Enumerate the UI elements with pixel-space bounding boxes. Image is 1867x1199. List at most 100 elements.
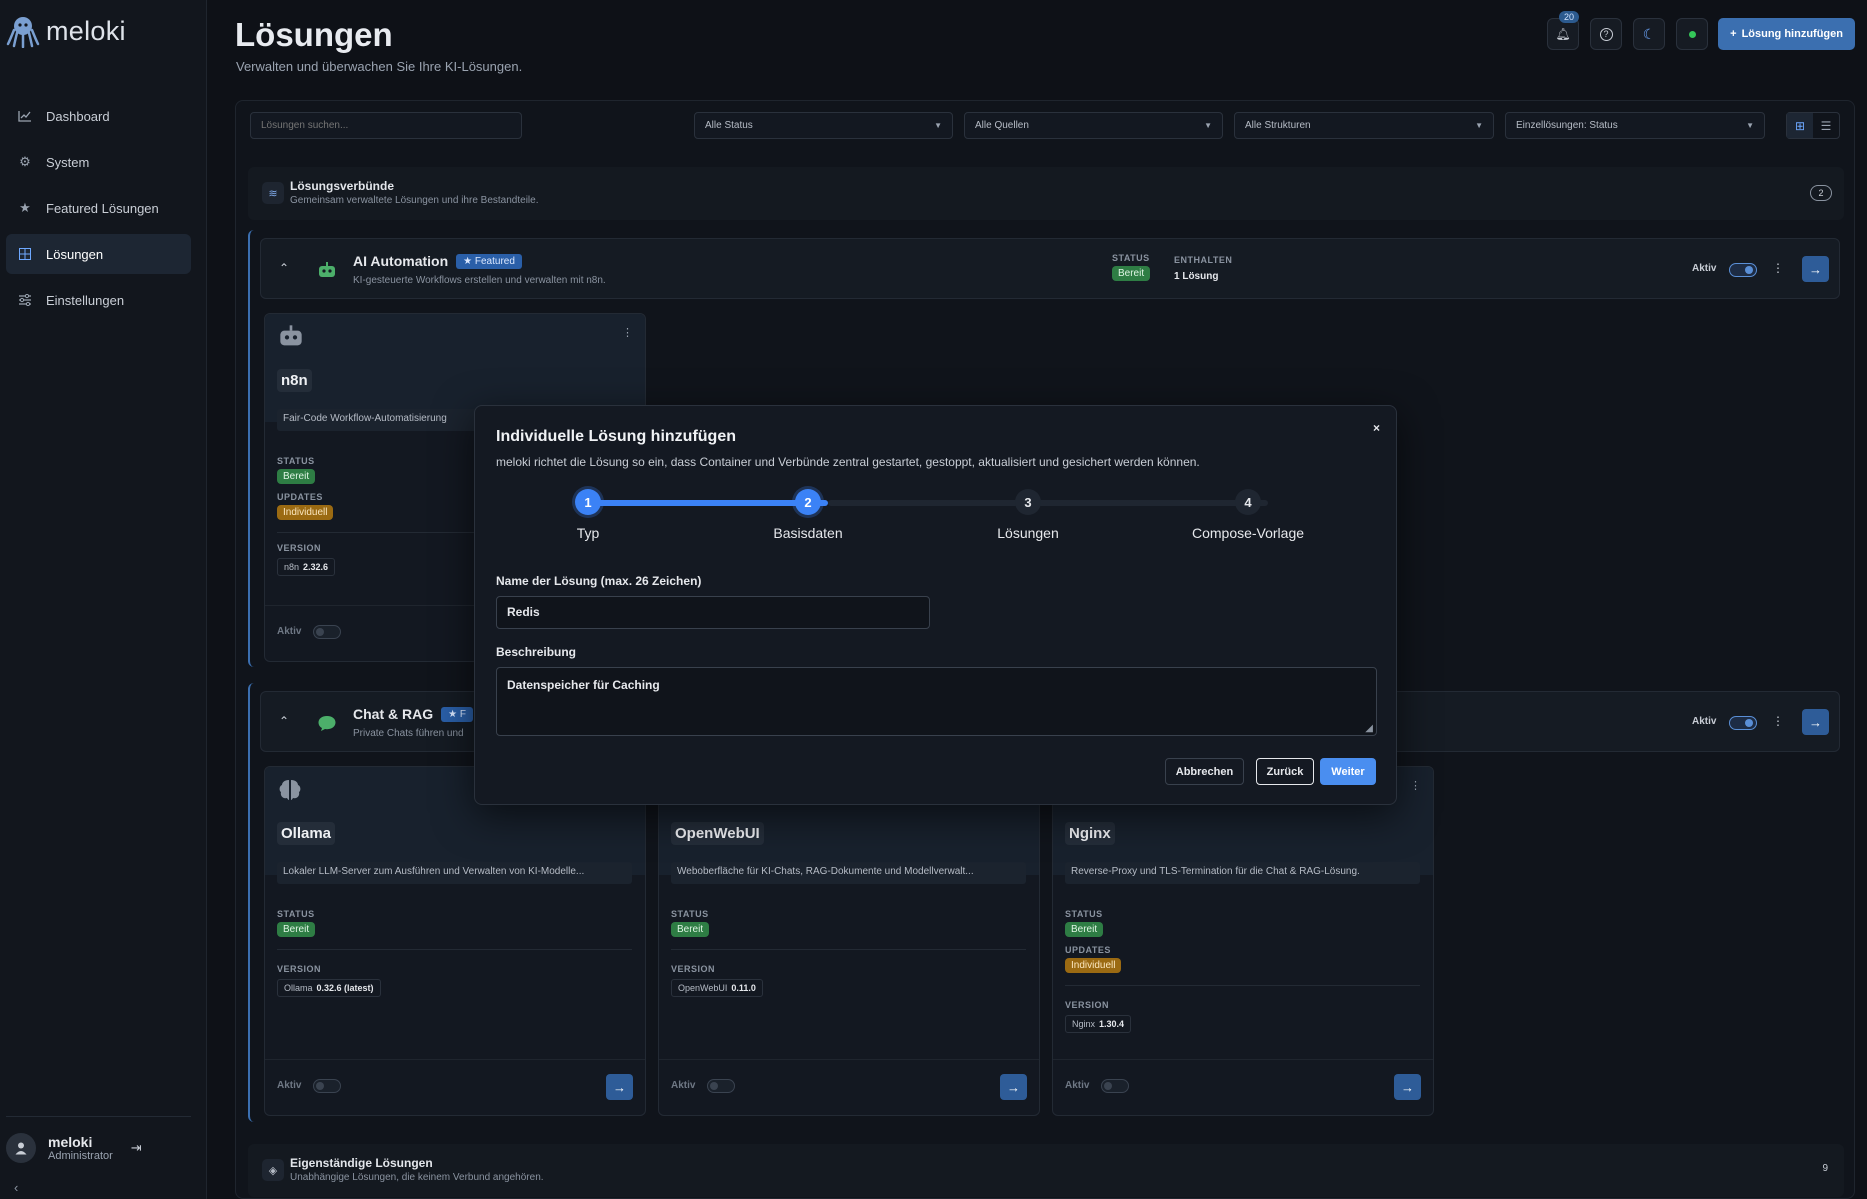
divider	[277, 949, 632, 950]
grid-view-icon[interactable]: ⊞	[1787, 113, 1813, 138]
caret-down-icon: ▼	[1746, 121, 1754, 130]
chevron-up-icon[interactable]: ⌃	[279, 261, 289, 275]
featured-badge: ★ F	[441, 706, 473, 722]
section-title: Eigenständige Lösungen	[290, 1156, 433, 1170]
caret-down-icon: ▼	[934, 121, 942, 130]
open-solution-button[interactable]: →	[1000, 1074, 1027, 1100]
version-chip: Ollama 0.32.6 (latest)	[277, 979, 381, 997]
description-field-label: Beschreibung	[496, 645, 577, 659]
kebab-menu-icon[interactable]: ⋮	[1410, 779, 1421, 792]
sidebar-item-label: Dashboard	[46, 108, 110, 124]
dialog-subtitle: meloki richtet die Lösung so ein, dass C…	[496, 455, 1200, 469]
view-toggle: ⊞ ☰	[1786, 112, 1840, 139]
version-value: 0.11.0	[731, 983, 756, 993]
caret-down-icon: ▼	[1204, 121, 1212, 130]
select-value: Alle Quellen	[975, 120, 1029, 131]
status-badge: Bereit	[1112, 266, 1151, 281]
sidebar-divider	[6, 1116, 191, 1117]
resize-handle-icon[interactable]: ◢	[1365, 723, 1373, 734]
version-name: Nginx	[1072, 1019, 1096, 1029]
page-title: Lösungen	[235, 16, 393, 53]
kebab-menu-icon[interactable]: ⋮	[622, 326, 633, 339]
sidebar-item-featured[interactable]: ★ Featured Lösungen	[6, 188, 191, 228]
divider	[671, 949, 1026, 950]
add-solution-button[interactable]: + Lösung hinzufügen	[1718, 18, 1855, 50]
group-active-toggle[interactable]	[1729, 716, 1757, 730]
group-active-toggle[interactable]	[1729, 263, 1757, 277]
cancel-button[interactable]: Abbrechen	[1165, 758, 1244, 785]
standalone-section-header: ◈ Eigenständige Lösungen Unabhängige Lös…	[248, 1144, 1844, 1197]
group-header: ⌃ AI Automation ★ Featured KI-gesteuerte …	[260, 238, 1840, 299]
sliders-icon	[18, 293, 32, 307]
select-value: Alle Strukturen	[1245, 120, 1311, 131]
version-name: n8n	[284, 562, 300, 572]
robot-icon	[319, 262, 335, 277]
version-value: 0.32.6 (latest)	[316, 983, 374, 993]
back-button[interactable]: Zurück	[1256, 758, 1314, 785]
chat-bubble-icon	[318, 716, 336, 731]
solution-card-openwebui[interactable]: OpenWebUI Weboberfläche für KI-Chats, RA…	[658, 766, 1040, 1116]
box-icon: ◈	[262, 1159, 284, 1181]
open-solution-button[interactable]: →	[606, 1074, 633, 1100]
collapse-sidebar-icon[interactable]: ‹	[14, 1180, 18, 1195]
theme-toggle-button[interactable]: ☾	[1633, 18, 1665, 50]
open-group-button[interactable]: →	[1802, 709, 1829, 735]
sidebar-item-settings[interactable]: Einstellungen	[6, 280, 191, 320]
sidebar-item-solutions[interactable]: Lösungen	[6, 234, 191, 274]
card-footer: Aktiv →	[659, 1059, 1039, 1115]
sidebar-item-dashboard[interactable]: Dashboard	[6, 96, 191, 136]
card-title: OpenWebUI	[671, 822, 764, 845]
step-1-label: Typ	[576, 525, 600, 541]
step-3-indicator[interactable]: 3	[1015, 489, 1041, 515]
step-1-indicator[interactable]: 1	[575, 489, 601, 515]
step-4-label: Compose-Vorlage	[1191, 525, 1305, 541]
open-solution-button[interactable]: →	[1394, 1074, 1421, 1100]
card-active-toggle[interactable]	[313, 625, 341, 639]
kebab-menu-icon[interactable]: ⋮	[1772, 714, 1784, 728]
step-2-indicator[interactable]: 2	[795, 489, 821, 515]
notifications-button[interactable]: 🔔︎ 20	[1547, 11, 1580, 50]
sidebar-item-system[interactable]: ⚙ System	[6, 142, 191, 182]
next-button[interactable]: Weiter	[1320, 758, 1376, 785]
card-title: Ollama	[277, 822, 336, 845]
arrow-right-icon: →	[1809, 714, 1822, 730]
section-description: Gemeinsam verwaltete Lösungen und ihre B…	[290, 195, 539, 206]
step-4-indicator[interactable]: 4	[1235, 489, 1261, 515]
robot-icon	[280, 325, 302, 346]
updates-badge: Individuell	[1065, 958, 1122, 973]
gear-icon: ⚙	[19, 154, 31, 169]
card-body: STATUS Bereit VERSION Ollama 0.32.6 (late…	[277, 909, 632, 997]
app-logo[interactable]: meloki	[6, 14, 126, 48]
solution-card-ollama[interactable]: ⋮ Ollama Lokaler LLM-Server zum Ausführe…	[264, 766, 646, 1116]
status-filter-select[interactable]: Alle Status ▼	[694, 112, 953, 139]
sidebar: meloki Dashboard ⚙ System ★ Featured Lös…	[0, 0, 207, 1199]
card-active-toggle[interactable]	[1101, 1079, 1129, 1093]
kebab-menu-icon[interactable]: ⋮	[1772, 261, 1784, 275]
open-group-button[interactable]: →	[1802, 256, 1829, 282]
status-dot-icon	[1688, 30, 1696, 38]
help-button[interactable]: ?	[1590, 18, 1622, 50]
chevron-up-icon[interactable]: ⌃	[279, 714, 289, 728]
close-icon[interactable]: ×	[1373, 421, 1380, 435]
single-status-filter-select[interactable]: Einzellösungen: Status ▼	[1505, 112, 1765, 139]
list-view-icon[interactable]: ☰	[1813, 113, 1839, 138]
solution-card-nginx[interactable]: ⋮ Nginx Reverse-Proxy und TLS-Terminatio…	[1052, 766, 1434, 1116]
name-input[interactable]: Redis	[496, 596, 930, 629]
status-badge: Bereit	[277, 922, 316, 937]
search-input[interactable]	[250, 112, 522, 139]
card-active-toggle[interactable]	[707, 1079, 735, 1093]
version-label: VERSION	[671, 964, 716, 974]
description-textarea[interactable]: Datenspeicher für Caching ◢	[496, 667, 1377, 736]
avatar[interactable]	[6, 1133, 36, 1163]
source-filter-select[interactable]: Alle Quellen ▼	[964, 112, 1223, 139]
sidebar-item-label: System	[46, 154, 90, 170]
sidebar-nav: Dashboard ⚙ System ★ Featured Lösungen L…	[6, 96, 191, 326]
card-active-toggle[interactable]	[313, 1079, 341, 1093]
step-3-label: Lösungen	[997, 525, 1059, 541]
sidebar-item-label: Featured Lösungen	[46, 200, 159, 216]
logout-icon[interactable]: ⇥	[131, 1140, 142, 1156]
structure-filter-select[interactable]: Alle Strukturen ▼	[1234, 112, 1494, 139]
select-value: Alle Status	[705, 120, 753, 131]
connection-status-button[interactable]	[1676, 18, 1708, 50]
card-description: Lokaler LLM-Server zum Ausführen und Ver…	[277, 862, 632, 884]
